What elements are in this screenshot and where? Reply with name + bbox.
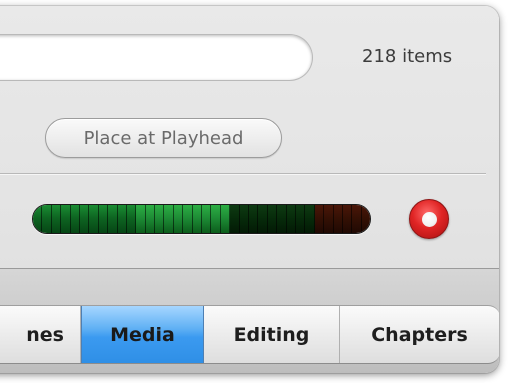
- divider: [0, 173, 486, 175]
- record-icon: [421, 211, 437, 227]
- audio-level-meter: [32, 204, 371, 234]
- meter-segment: [333, 205, 343, 233]
- meter-segment: [314, 205, 325, 233]
- meter-segment: [342, 205, 353, 233]
- meter-segment: [79, 205, 90, 233]
- meter-segment: [295, 205, 306, 233]
- meter-segment: [352, 205, 362, 233]
- meter-segment: [277, 205, 287, 233]
- meter-segment: [164, 205, 174, 233]
- meter-segment: [70, 205, 80, 233]
- tab-editing[interactable]: Editing: [204, 306, 340, 363]
- inspector-panel: 218 items Place at Playhead nes Media Ed…: [0, 6, 499, 373]
- meter-segment: [89, 205, 99, 233]
- meter-segment: [202, 205, 212, 233]
- meter-segment: [51, 205, 62, 233]
- tab-area: nes Media Editing Chapters: [0, 268, 499, 373]
- meter-segment: [192, 205, 203, 233]
- meter-segment: [145, 205, 156, 233]
- meter-segment: [42, 205, 52, 233]
- audio-controls: [0, 176, 499, 266]
- tab-bar: nes Media Editing Chapters: [0, 305, 499, 364]
- tab-chapters[interactable]: Chapters: [340, 306, 499, 363]
- items-count-label: 218 items: [362, 46, 453, 67]
- meter-segment: [98, 205, 109, 233]
- meter-segment: [286, 205, 296, 233]
- meter-segment: [258, 205, 268, 233]
- tab-partial-left[interactable]: nes: [0, 306, 81, 363]
- meter-segment: [61, 205, 71, 233]
- meter-segment: [126, 205, 137, 233]
- search-input[interactable]: [0, 34, 313, 81]
- place-at-playhead-button[interactable]: Place at Playhead: [45, 118, 282, 158]
- meter-segment: [305, 205, 315, 233]
- meter-segment: [173, 205, 184, 233]
- meter-segment: [136, 205, 146, 233]
- record-button[interactable]: [409, 199, 449, 239]
- meter-segment: [155, 205, 165, 233]
- meter-segment: [267, 205, 278, 233]
- meter-segment: [324, 205, 334, 233]
- meter-segment: [361, 205, 370, 233]
- meter-segment: [239, 205, 249, 233]
- meter-segment: [230, 205, 240, 233]
- library-top-area: 218 items Place at Playhead: [0, 6, 499, 173]
- meter-segment: [117, 205, 127, 233]
- meter-segment: [108, 205, 118, 233]
- meter-segment: [248, 205, 259, 233]
- meter-segment: [211, 205, 221, 233]
- meter-segment: [220, 205, 231, 233]
- tab-media[interactable]: Media: [81, 306, 204, 363]
- meter-segment: [183, 205, 193, 233]
- meter-segment: [33, 205, 43, 233]
